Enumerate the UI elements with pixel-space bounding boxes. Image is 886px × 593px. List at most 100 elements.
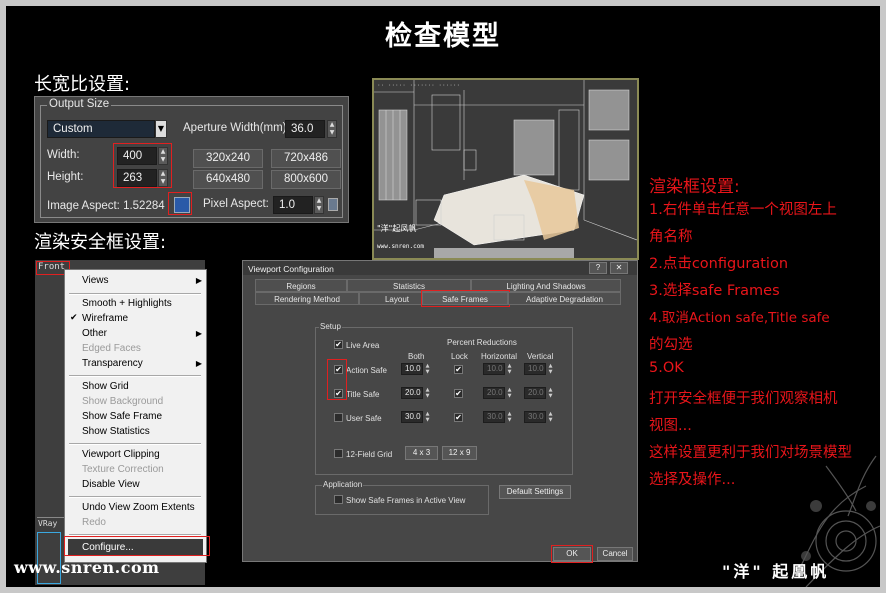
- user-safe-label: User Safe: [346, 414, 382, 423]
- footer-author: "洋" 起凰帆: [722, 562, 830, 581]
- user-safe-vertical-input[interactable]: 30.0: [524, 411, 546, 423]
- preset-value: Custom: [53, 123, 93, 135]
- instruction-line: 角名称: [649, 229, 693, 245]
- grid-12x9-button[interactable]: 12 x 9: [442, 446, 477, 460]
- grid-label: 12-Field Grid: [346, 450, 393, 459]
- page-title: 检查模型: [385, 21, 501, 52]
- live-area-checkbox[interactable]: ✔: [334, 340, 343, 349]
- action-safe-horizontal-input[interactable]: 10.0: [483, 363, 505, 375]
- setup-label: Setup: [319, 322, 342, 331]
- show-safe-frames-active-checkbox[interactable]: [334, 495, 343, 504]
- show-safe-frames-active-label: Show Safe Frames in Active View: [346, 496, 466, 505]
- menu-item-texture-correction: Texture Correction: [82, 464, 164, 475]
- application-label: Application: [322, 480, 364, 489]
- menu-item-undo-zoom[interactable]: Undo View Zoom Extents: [82, 502, 195, 513]
- action-safe-vertical-input[interactable]: 10.0: [524, 363, 546, 375]
- menu-separator: [69, 496, 201, 498]
- menu-item-show-statistics[interactable]: Show Statistics: [82, 426, 150, 437]
- menu-item-smooth-highlights[interactable]: Smooth + Highlights: [82, 298, 172, 309]
- viewport-configuration-dialog: Viewport Configuration ? ✕ Regions Stati…: [242, 260, 638, 563]
- menu-item-other[interactable]: Other: [82, 328, 107, 339]
- title-safe-label: Title Safe: [346, 390, 380, 399]
- preset-640x480-button[interactable]: 640x480: [193, 170, 263, 189]
- title-safe-vertical-input[interactable]: 20.0: [524, 387, 546, 399]
- submenu-arrow-icon: ▶: [195, 276, 202, 285]
- menu-separator: [69, 293, 201, 295]
- viewport-context-menu: Views ▶ Smooth + Highlights ✔ Wireframe …: [64, 269, 207, 563]
- pixel-aspect-input[interactable]: 1.0: [273, 196, 313, 214]
- menu-item-disable-view[interactable]: Disable View: [82, 479, 140, 490]
- ok-highlight-box: [551, 545, 593, 563]
- render-url-text: www.snren.com: [377, 243, 424, 250]
- width-label: Width:: [47, 149, 80, 161]
- preset-dropdown[interactable]: Custom: [47, 120, 155, 138]
- bottom-viewport-label[interactable]: VRay: [38, 519, 57, 528]
- title-safe-lock-checkbox[interactable]: ✔: [454, 389, 463, 398]
- output-size-group-label: Output Size: [47, 98, 112, 110]
- col-horizontal-label: Horizontal: [481, 352, 518, 361]
- title-safe-both-spinner[interactable]: ▲ ▼: [424, 387, 431, 399]
- title-safe-vertical-spinner[interactable]: ▲ ▼: [547, 387, 554, 399]
- output-size-panel: Output Size Custom ▼ Aperture Width(mm):…: [34, 96, 349, 223]
- menu-item-show-grid[interactable]: Show Grid: [82, 381, 129, 392]
- render-logo-text: "洋"起凤帆: [377, 224, 417, 233]
- preset-720x486-button[interactable]: 720x486: [271, 149, 341, 168]
- instruction-line: 4.取消Action safe,Title safe: [649, 310, 830, 326]
- live-area-label: Live Area: [346, 341, 380, 350]
- user-safe-vertical-spinner[interactable]: ▲ ▼: [547, 411, 554, 423]
- action-safe-both-spinner[interactable]: ▲ ▼: [424, 363, 431, 375]
- menu-item-show-safe-frame[interactable]: Show Safe Frame: [82, 411, 162, 422]
- safe-checkboxes-highlight-box: [327, 359, 347, 400]
- title-safe-horizontal-input[interactable]: 20.0: [483, 387, 505, 399]
- default-settings-button[interactable]: Default Settings: [499, 485, 571, 499]
- tab-rendering-method[interactable]: Rendering Method: [255, 292, 359, 305]
- instruction-line: 5.OK: [649, 360, 684, 376]
- chevron-down-icon[interactable]: ▼: [155, 120, 167, 138]
- configure-highlight-box: [64, 536, 210, 556]
- title-safe-both-input[interactable]: 20.0: [401, 387, 423, 399]
- user-safe-both-spinner[interactable]: ▲ ▼: [424, 411, 431, 423]
- user-safe-checkbox[interactable]: [334, 413, 343, 422]
- menu-separator: [69, 443, 201, 445]
- col-both-label: Both: [408, 352, 425, 361]
- action-safe-vertical-spinner[interactable]: ▲ ▼: [547, 363, 554, 375]
- pixel-aspect-lock-icon[interactable]: [328, 198, 338, 211]
- instructions-heading: 渲染框设置:: [649, 177, 740, 197]
- action-safe-both-input[interactable]: 10.0: [401, 363, 423, 375]
- preset-800x600-button[interactable]: 800x600: [271, 170, 341, 189]
- aspect-heading: 长宽比设置:: [34, 74, 131, 95]
- aperture-spinner[interactable]: ▲ ▼: [327, 120, 337, 138]
- action-safe-horizontal-spinner[interactable]: ▲ ▼: [506, 363, 513, 375]
- height-label: Height:: [47, 171, 84, 183]
- cancel-button[interactable]: Cancel: [597, 547, 633, 561]
- action-safe-lock-checkbox[interactable]: ✔: [454, 365, 463, 374]
- menu-item-transparency[interactable]: Transparency: [82, 358, 143, 369]
- grid-4x3-button[interactable]: 4 x 3: [405, 446, 438, 460]
- menu-item-wireframe[interactable]: Wireframe: [82, 313, 128, 324]
- user-safe-both-input[interactable]: 30.0: [401, 411, 423, 423]
- title-safe-horizontal-spinner[interactable]: ▲ ▼: [506, 387, 513, 399]
- aperture-input[interactable]: 36.0: [285, 120, 325, 138]
- user-safe-horizontal-input[interactable]: 30.0: [483, 411, 505, 423]
- instruction-line: 打开安全框便于我们观察相机: [649, 391, 838, 407]
- close-button[interactable]: ✕: [610, 262, 628, 274]
- menu-item-views[interactable]: Views: [82, 275, 109, 286]
- col-vertical-label: Vertical: [527, 352, 554, 361]
- menu-separator: [69, 375, 201, 377]
- user-safe-lock-checkbox[interactable]: ✔: [454, 413, 463, 422]
- grid-checkbox[interactable]: [334, 449, 343, 458]
- instruction-line: 的勾选: [649, 337, 693, 353]
- submenu-arrow-icon: ▶: [195, 359, 202, 368]
- tab-adaptive-degradation[interactable]: Adaptive Degradation: [508, 292, 621, 305]
- menu-item-redo: Redo: [82, 517, 106, 528]
- help-button[interactable]: ?: [589, 262, 607, 274]
- instruction-line: 视图...: [649, 418, 692, 434]
- pixel-aspect-spinner[interactable]: ▲ ▼: [314, 196, 324, 214]
- user-safe-horizontal-spinner[interactable]: ▲ ▼: [506, 411, 513, 423]
- preset-320x240-button[interactable]: 320x240: [193, 149, 263, 168]
- tab-regions[interactable]: Regions: [255, 279, 347, 292]
- instruction-line: 选择及操作...: [649, 472, 736, 488]
- instruction-line: 3.选择safe Frames: [649, 283, 780, 299]
- menu-item-viewport-clipping[interactable]: Viewport Clipping: [82, 449, 160, 460]
